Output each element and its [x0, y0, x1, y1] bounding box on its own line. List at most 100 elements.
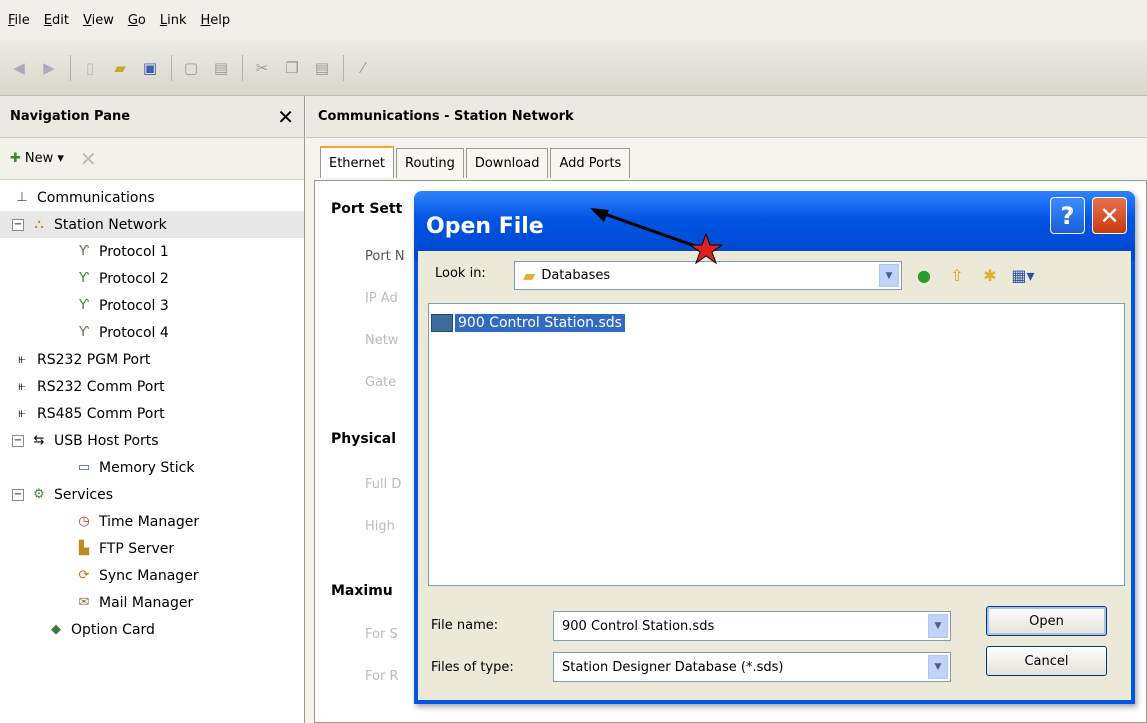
- close-pane-icon[interactable]: ✕: [277, 105, 294, 129]
- protocol-icon: Ƴ: [79, 244, 89, 259]
- save-icon[interactable]: ▣: [139, 57, 161, 79]
- menu-edit[interactable]: Edit: [44, 13, 69, 28]
- help-button[interactable]: ?: [1050, 197, 1085, 234]
- ip-address-label: IP Ad: [365, 291, 398, 306]
- serial-port-icon: ⫦: [18, 379, 26, 394]
- window-alt-icon[interactable]: ▤: [210, 57, 232, 79]
- tree-item-usb-host-ports[interactable]: − ⇆ USB Host Ports: [0, 427, 304, 454]
- toolbar-separator: [343, 54, 344, 81]
- tab-bar: Ethernet Routing Download Add Ports: [320, 146, 632, 178]
- tab-download[interactable]: Download: [465, 148, 549, 178]
- chevron-down-icon[interactable]: ▼: [928, 655, 948, 679]
- file-name-field[interactable]: 900 Control Station.sds ▼: [553, 611, 951, 641]
- annotation-arrow-line: [598, 210, 696, 248]
- tab-ethernet[interactable]: Ethernet: [320, 146, 394, 178]
- navigation-toolbar: ✚ New ▾ ✕: [0, 138, 304, 180]
- paste-icon[interactable]: ▤: [311, 57, 333, 79]
- menu-file[interactable]: File: [8, 13, 30, 28]
- files-of-type-select[interactable]: Station Designer Database (*.sds) ▼: [553, 652, 951, 682]
- back-icon[interactable]: ◀: [8, 57, 30, 79]
- services-icon: ⚙: [33, 487, 45, 502]
- serial-port-icon: ⫦: [18, 352, 26, 367]
- database-file-icon: [431, 314, 453, 332]
- tree-item-station-network[interactable]: − ⛬ Station Network: [0, 211, 304, 238]
- look-in-label: Look in:: [435, 266, 486, 281]
- card-icon: ◆: [51, 622, 61, 637]
- tree-item-protocol-4[interactable]: Ƴ Protocol 4: [0, 319, 304, 346]
- tree-item-memory-stick[interactable]: ▭ Memory Stick: [0, 454, 304, 481]
- menu-link[interactable]: Link: [160, 13, 187, 28]
- tree-item-protocol-1[interactable]: Ƴ Protocol 1: [0, 238, 304, 265]
- tree-item-label: Protocol 1: [99, 243, 169, 260]
- open-folder-icon[interactable]: ▰: [109, 57, 131, 79]
- new-icon: ✚: [10, 151, 21, 166]
- collapse-icon[interactable]: −: [12, 434, 24, 447]
- tree-item-label: Protocol 3: [99, 297, 169, 314]
- tree-item-option-card[interactable]: ◆ Option Card: [0, 616, 304, 643]
- window-icon[interactable]: ▢: [180, 57, 202, 79]
- tree-item-label: FTP Server: [99, 540, 175, 557]
- tree-item-ftp-server[interactable]: ▙ FTP Server: [0, 535, 304, 562]
- wand-icon[interactable]: ⁄: [352, 57, 374, 79]
- menu-view[interactable]: View: [83, 13, 114, 28]
- tree-item-sync-manager[interactable]: ⟳ Sync Manager: [0, 562, 304, 589]
- copy-icon[interactable]: ❐: [281, 57, 303, 79]
- back-icon[interactable]: ●: [912, 263, 936, 287]
- cut-icon[interactable]: ✂: [251, 57, 273, 79]
- tree-item-label: Mail Manager: [99, 594, 194, 611]
- sync-icon: ⟳: [78, 568, 90, 583]
- tree-item-mail-manager[interactable]: ✉ Mail Manager: [0, 589, 304, 616]
- for-s-label: For S: [365, 627, 398, 642]
- new-button[interactable]: New ▾: [25, 151, 64, 166]
- delete-icon: ✕: [79, 146, 97, 171]
- new-file-icon[interactable]: ▯: [79, 57, 101, 79]
- file-item[interactable]: 900 Control Station.sds: [431, 312, 625, 334]
- tree-item-communications[interactable]: ⊥ Communications: [0, 184, 304, 211]
- mail-icon: ✉: [78, 595, 90, 610]
- full-duplex-label: Full D: [365, 477, 402, 492]
- star-icon: [688, 232, 724, 265]
- tree-item-services[interactable]: − ⚙ Services: [0, 481, 304, 508]
- tree-item-rs232-pgm-port[interactable]: ⫦ RS232 PGM Port: [0, 346, 304, 373]
- dialog-toolbar: ● ⇧ ✱ ▦▾: [912, 263, 1044, 287]
- port-name-label: Port N: [365, 249, 405, 264]
- menu-go[interactable]: Go: [128, 13, 146, 28]
- tree-item-label: Option Card: [71, 621, 155, 638]
- cancel-button[interactable]: Cancel: [986, 646, 1107, 676]
- navigation-pane: Navigation Pane ✕ ✚ New ▾ ✕ ⊥ Communicat…: [0, 96, 305, 723]
- tab-add-ports[interactable]: Add Ports: [550, 148, 631, 178]
- serial-port-icon: ⫦: [18, 406, 26, 421]
- new-folder-icon[interactable]: ✱: [978, 263, 1002, 287]
- main-title: Communications - Station Network: [306, 96, 1147, 138]
- navigation-tree: ⊥ Communications − ⛬ Station Network Ƴ P…: [0, 180, 304, 643]
- files-of-type-label: Files of type:: [431, 660, 514, 675]
- navigation-pane-header: Navigation Pane ✕: [0, 96, 304, 138]
- tree-item-label: RS232 Comm Port: [37, 378, 165, 395]
- network-icon: ⛬: [34, 217, 44, 232]
- file-list: 900 Control Station.sds: [428, 303, 1125, 586]
- chevron-down-icon[interactable]: ▼: [879, 264, 899, 287]
- section-maximum: Maximu: [331, 583, 393, 599]
- toolbar-separator: [70, 54, 71, 81]
- tree-item-label: Station Network: [54, 216, 167, 233]
- forward-icon[interactable]: ▶: [38, 57, 60, 79]
- menu-help[interactable]: Help: [201, 13, 231, 28]
- folder-icon: ▰: [523, 266, 536, 285]
- collapse-icon[interactable]: −: [12, 218, 24, 231]
- view-menu-icon[interactable]: ▦▾: [1011, 263, 1035, 287]
- tree-item-protocol-3[interactable]: Ƴ Protocol 3: [0, 292, 304, 319]
- close-button[interactable]: ✕: [1092, 197, 1127, 234]
- tree-item-rs485-comm-port[interactable]: ⫦ RS485 Comm Port: [0, 400, 304, 427]
- tab-routing[interactable]: Routing: [396, 148, 464, 178]
- tree-item-time-manager[interactable]: ◷ Time Manager: [0, 508, 304, 535]
- up-folder-icon[interactable]: ⇧: [945, 263, 969, 287]
- chevron-down-icon[interactable]: ▼: [928, 614, 948, 638]
- tree-item-rs232-comm-port[interactable]: ⫦ RS232 Comm Port: [0, 373, 304, 400]
- protocol-icon: Ƴ: [79, 298, 89, 313]
- open-button[interactable]: Open: [986, 606, 1107, 636]
- annotation-overlay: [590, 208, 724, 265]
- tree-item-label: Protocol 2: [99, 270, 169, 287]
- collapse-icon[interactable]: −: [12, 488, 24, 501]
- tree-item-label: USB Host Ports: [54, 432, 159, 449]
- tree-item-protocol-2[interactable]: Ƴ Protocol 2: [0, 265, 304, 292]
